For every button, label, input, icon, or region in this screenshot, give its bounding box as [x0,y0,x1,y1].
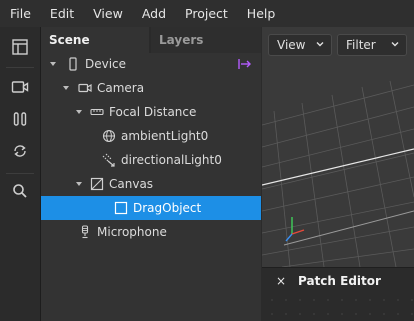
tool-divider [6,173,34,174]
scene-viewport[interactable]: View Filter [262,27,414,267]
menu-help[interactable]: Help [237,0,285,27]
view-dropdown[interactable]: View [268,34,332,56]
tab-layers[interactable]: Layers [151,27,261,53]
tree-row-focal-distance[interactable]: Focal Distance [41,100,261,124]
tree-label: Device [85,57,127,71]
tree-row-device[interactable]: Device [41,52,261,76]
expand-arrow-icon[interactable] [75,180,83,188]
patch-editor-canvas[interactable] [262,296,414,321]
menu-file[interactable]: File [0,0,40,27]
rectangle-icon [114,201,128,215]
tree-row-ambient-light[interactable]: ambientLight0 [41,124,261,148]
expand-arrow-icon[interactable] [49,60,57,68]
close-icon[interactable]: × [276,274,286,288]
layout-icon[interactable] [8,35,32,59]
patch-editor-title: Patch Editor [298,274,381,288]
filter-dropdown-label: Filter [346,38,376,52]
phone-icon [66,57,80,71]
tree-label: DragObject [133,201,202,215]
tree-label: Focal Distance [109,105,197,119]
chevron-down-icon [391,42,399,47]
filter-dropdown[interactable]: Filter [337,34,407,56]
directional-light-icon [102,153,116,167]
expand-arrow-icon[interactable] [62,84,70,92]
tree-row-drag-object[interactable]: DragObject [41,196,261,220]
menu-add[interactable]: Add [132,0,175,27]
scene-panel: Scene Layers Device Camera Focal Distanc… [41,27,261,321]
scene-tabs: Scene Layers [41,27,261,53]
globe-icon [102,129,116,143]
tree-label: directionalLight0 [121,153,222,167]
tool-divider [6,67,34,68]
camera-icon [78,81,92,95]
tree-label: Camera [97,81,145,95]
tree-row-microphone[interactable]: Microphone [41,220,261,244]
refresh-icon[interactable] [8,139,32,163]
link-arrow-icon[interactable] [238,58,252,70]
tree-row-directional-light[interactable]: directionalLight0 [41,148,261,172]
patch-editor: × Patch Editor [262,267,414,321]
menu-bar: File Edit View Add Project Help [0,0,414,27]
menu-edit[interactable]: Edit [40,0,83,27]
patch-editor-header: × Patch Editor [262,268,414,294]
menu-project[interactable]: Project [175,0,237,27]
pause-icon[interactable] [8,107,32,131]
tab-scene[interactable]: Scene [41,27,149,53]
expand-arrow-icon[interactable] [75,108,83,116]
viewport-grid [262,80,414,267]
microphone-icon [78,225,92,239]
tree-row-camera[interactable]: Camera [41,76,261,100]
tool-strip [0,27,41,321]
view-dropdown-label: View [277,38,306,52]
tree-row-canvas[interactable]: Canvas [41,172,261,196]
tree-label: Microphone [97,225,167,239]
menu-view[interactable]: View [83,0,132,27]
tree-label: ambientLight0 [121,129,209,143]
focal-distance-icon [90,105,104,119]
search-icon[interactable] [8,179,32,203]
canvas-icon [90,177,104,191]
chevron-down-icon [316,42,324,47]
tree-label: Canvas [109,177,154,191]
camera-icon[interactable] [8,75,32,99]
